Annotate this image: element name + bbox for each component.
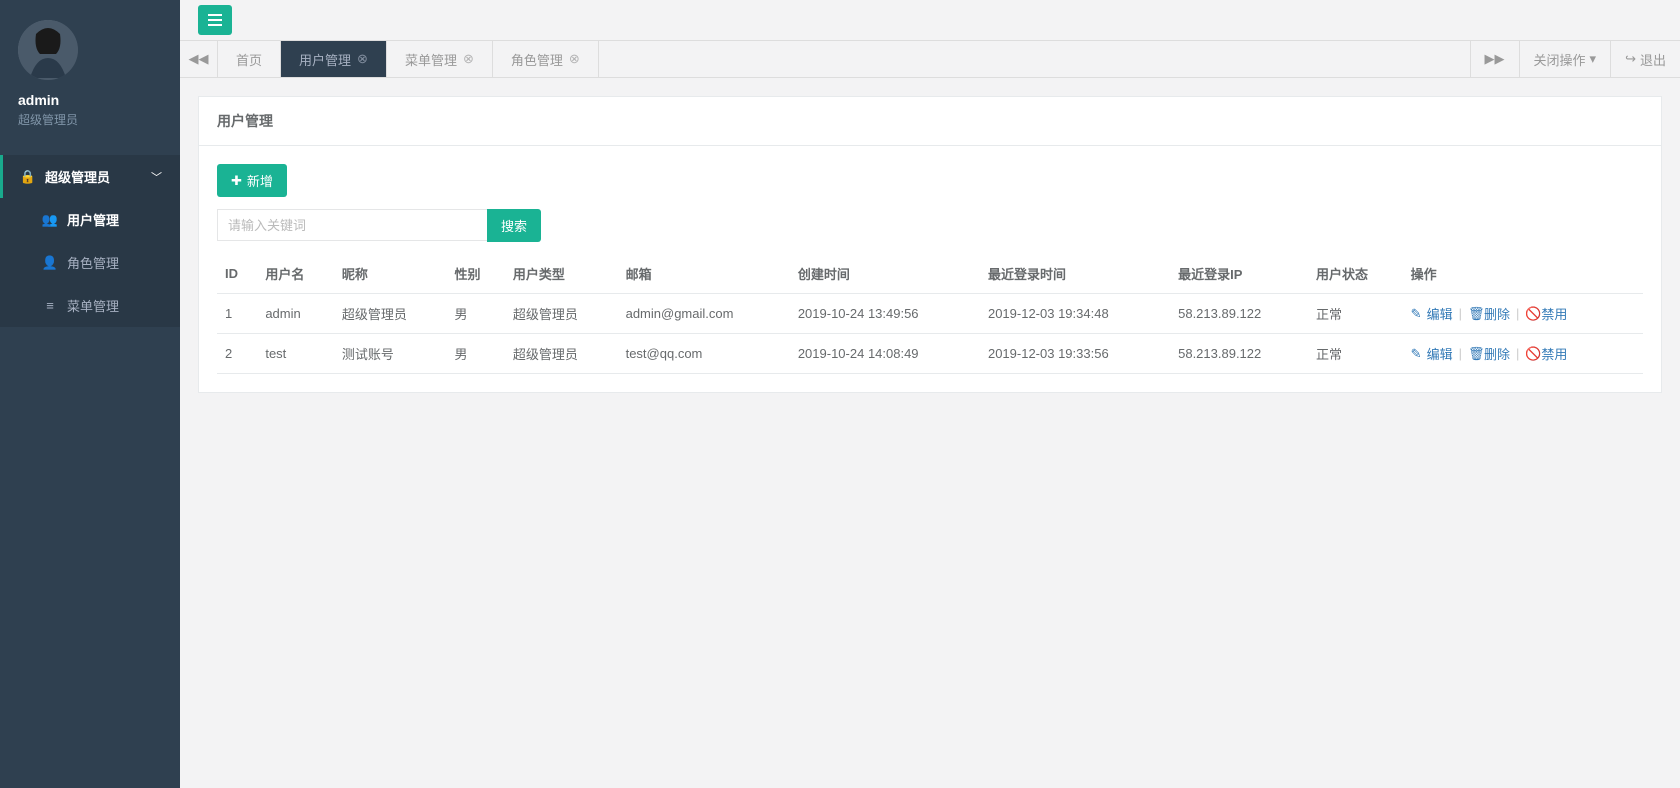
tab-菜单管理[interactable]: 菜单管理 ⊗	[387, 41, 493, 77]
table-header: 最近登录IP	[1170, 254, 1308, 294]
sidebar: admin 超级管理员 🔒 超级管理员 ﹀ 👥 用户管理 👤 角色管理 ≡ 菜单管理	[0, 0, 180, 788]
table-header: 昵称	[334, 254, 447, 294]
nav-group-super-admin[interactable]: 🔒 超级管理员 ﹀	[0, 155, 180, 198]
tab-label: 菜单管理	[405, 50, 457, 69]
cell-type: 超级管理员	[505, 294, 618, 334]
nav-menu: 🔒 超级管理员 ﹀ 👥 用户管理 👤 角色管理 ≡ 菜单管理	[0, 155, 180, 327]
disable-link[interactable]: 🚫禁用	[1525, 304, 1567, 323]
caret-down-icon: ▾	[1590, 51, 1597, 67]
trash-icon: 🗑	[1468, 306, 1480, 322]
table-header: 操作	[1403, 254, 1643, 294]
cell-username: test	[257, 334, 334, 374]
page-title: 用户管理	[199, 97, 1661, 146]
cell-last_login: 2019-12-03 19:34:48	[980, 294, 1170, 334]
table-header: 最近登录时间	[980, 254, 1170, 294]
cell-ops: ✎编辑|🗑删除|🚫禁用	[1403, 294, 1643, 334]
tab-label: 首页	[236, 50, 262, 69]
cell-email: test@qq.com	[618, 334, 790, 374]
table-header: 性别	[447, 254, 505, 294]
cell-type: 超级管理员	[505, 334, 618, 374]
close-ops-label: 关闭操作	[1534, 50, 1586, 69]
sidebar-item-label: 用户管理	[67, 210, 119, 229]
close-icon[interactable]: ⊗	[569, 51, 580, 67]
cell-email: admin@gmail.com	[618, 294, 790, 334]
sidebar-item-label: 角色管理	[67, 253, 119, 272]
table-row: 1admin超级管理员男超级管理员admin@gmail.com2019-10-…	[217, 294, 1643, 334]
delete-link[interactable]: 🗑删除	[1468, 304, 1510, 323]
lock-icon: 🔒	[21, 169, 35, 185]
table-header: 用户名	[257, 254, 334, 294]
cell-status: 正常	[1308, 294, 1403, 334]
cell-gender: 男	[447, 294, 505, 334]
search-input[interactable]	[217, 209, 487, 241]
cell-nickname: 超级管理员	[334, 294, 447, 334]
close-icon[interactable]: ⊗	[357, 51, 368, 67]
table-header: 用户类型	[505, 254, 618, 294]
table-header: ID	[217, 254, 257, 294]
table-header: 邮箱	[618, 254, 790, 294]
tab-label: 用户管理	[299, 50, 351, 69]
cell-last_ip: 58.213.89.122	[1170, 294, 1308, 334]
table-header: 创建时间	[790, 254, 980, 294]
trash-icon: 🗑	[1468, 346, 1480, 362]
menu-toggle-button[interactable]	[198, 5, 232, 35]
user-icon: 👤	[43, 255, 57, 271]
avatar[interactable]	[18, 20, 78, 80]
disable-link[interactable]: 🚫禁用	[1525, 344, 1567, 363]
close-icon[interactable]: ⊗	[463, 51, 474, 67]
cell-nickname: 测试账号	[334, 334, 447, 374]
cell-last_ip: 58.213.89.122	[1170, 334, 1308, 374]
table-header: 用户状态	[1308, 254, 1403, 294]
logout-label: 退出	[1640, 50, 1666, 69]
tab-用户管理[interactable]: 用户管理 ⊗	[281, 41, 387, 77]
logout-icon: ↪	[1625, 51, 1636, 67]
table-row: 2test测试账号男超级管理员test@qq.com2019-10-24 14:…	[217, 334, 1643, 374]
list-icon: ≡	[43, 298, 57, 313]
edit-link[interactable]: ✎编辑	[1411, 344, 1453, 363]
topbar	[180, 0, 1680, 40]
add-button-label: 新增	[247, 171, 273, 190]
tabs-scroll-right-button[interactable]: ▶▶	[1470, 41, 1519, 77]
tab-label: 角色管理	[511, 50, 563, 69]
close-ops-dropdown[interactable]: 关闭操作▾	[1519, 41, 1611, 77]
tabbar: ◀◀ 首页 用户管理 ⊗ 菜单管理 ⊗ 角色管理 ⊗ ▶▶ 关闭操作▾ ↪退出	[180, 40, 1680, 78]
cell-gender: 男	[447, 334, 505, 374]
cell-ops: ✎编辑|🗑删除|🚫禁用	[1403, 334, 1643, 374]
cell-last_login: 2019-12-03 19:33:56	[980, 334, 1170, 374]
username-label: admin	[18, 92, 162, 108]
search-button[interactable]: 搜索	[487, 209, 541, 242]
eye-off-icon: 🚫	[1525, 346, 1537, 362]
add-button[interactable]: ✚ 新增	[217, 164, 287, 197]
profile-block: admin 超级管理员	[0, 0, 180, 143]
cell-created: 2019-10-24 14:08:49	[790, 334, 980, 374]
main-area: ◀◀ 首页用户管理⊗菜单管理⊗角色管理⊗ ▶▶ 关闭操作▾ ↪退出 用户管理 ✚…	[180, 0, 1680, 788]
main-panel: 用户管理 ✚ 新增 搜索 ID用户名昵称性别用户类型邮箱创建时间最近登录时间最近登…	[198, 96, 1662, 393]
delete-link[interactable]: 🗑删除	[1468, 344, 1510, 363]
cell-id: 2	[217, 334, 257, 374]
cell-status: 正常	[1308, 334, 1403, 374]
user-role-label: 超级管理员	[18, 111, 162, 128]
sidebar-item-label: 菜单管理	[67, 296, 119, 315]
tab-角色管理[interactable]: 角色管理 ⊗	[493, 41, 599, 77]
edit-icon: ✎	[1411, 346, 1423, 362]
plus-icon: ✚	[231, 173, 242, 189]
cell-id: 1	[217, 294, 257, 334]
cell-username: admin	[257, 294, 334, 334]
users-table: ID用户名昵称性别用户类型邮箱创建时间最近登录时间最近登录IP用户状态操作 1a…	[217, 254, 1643, 374]
logout-button[interactable]: ↪退出	[1610, 41, 1680, 77]
nav-group-label: 超级管理员	[45, 167, 110, 186]
tabs-scroll-left-button[interactable]: ◀◀	[180, 41, 218, 77]
sidebar-item-用户管理[interactable]: 👥 用户管理	[0, 198, 180, 241]
edit-icon: ✎	[1411, 306, 1423, 322]
users-icon: 👥	[43, 212, 57, 228]
chevron-down-icon: ﹀	[151, 169, 162, 185]
edit-link[interactable]: ✎编辑	[1411, 304, 1453, 323]
eye-off-icon: 🚫	[1525, 306, 1537, 322]
tab-首页[interactable]: 首页	[218, 41, 281, 77]
cell-created: 2019-10-24 13:49:56	[790, 294, 980, 334]
sidebar-item-菜单管理[interactable]: ≡ 菜单管理	[0, 284, 180, 327]
sidebar-item-角色管理[interactable]: 👤 角色管理	[0, 241, 180, 284]
